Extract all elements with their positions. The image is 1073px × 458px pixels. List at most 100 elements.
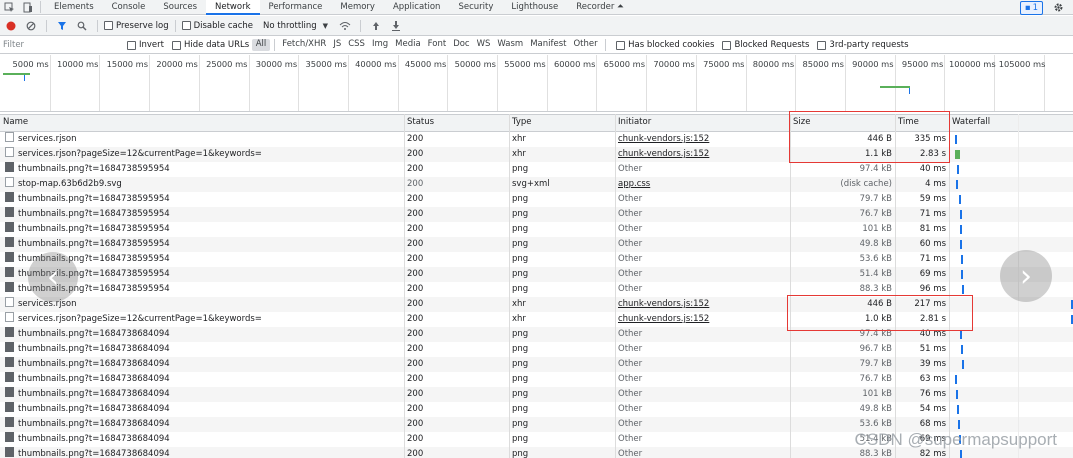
tab-network[interactable]: Network	[206, 0, 260, 15]
table-row[interactable]: services.rjson 200 xhr chunk-vendors.js:152…	[0, 297, 1073, 312]
issues-badge[interactable]: ▪ 1	[1019, 1, 1043, 15]
cell-initiator-text: Other	[618, 254, 643, 264]
network-conditions-icon[interactable]	[336, 18, 354, 33]
import-har-icon[interactable]	[367, 18, 385, 33]
filter-type-js[interactable]: JS	[330, 39, 345, 51]
cell-initiator-text[interactable]: chunk-vendors.js:152	[618, 149, 709, 159]
blocked-cookies-label: Has blocked cookies	[628, 40, 715, 50]
cell-type: png	[509, 282, 615, 297]
tab-performance[interactable]: Performance	[260, 0, 332, 15]
clear-icon[interactable]	[22, 18, 40, 33]
cell-status-text: 200	[407, 419, 424, 429]
tab-recorder[interactable]: Recorder ⏶	[567, 0, 633, 15]
cell-initiator-text[interactable]: app.css	[618, 179, 650, 189]
checkbox-box[interactable]	[817, 40, 827, 50]
search-icon[interactable]	[73, 18, 91, 33]
message-icon: ▪	[1024, 3, 1031, 13]
table-row[interactable]: thumbnails.png?t=1684738595954 200 png Othe…	[0, 252, 1073, 267]
blocked-cookies-checkbox[interactable]: Has blocked cookies	[616, 40, 714, 50]
previous-image-button[interactable]: ‹	[28, 252, 78, 302]
table-row[interactable]: thumbnails.png?t=1684738684094 200 png Othe…	[0, 372, 1073, 387]
filter-type-media[interactable]: Media	[392, 39, 425, 51]
table-row[interactable]: thumbnails.png?t=1684738684094 200 png Othe…	[0, 357, 1073, 372]
column-header-type[interactable]: Type	[509, 115, 615, 130]
invert-checkbox[interactable]: Invert	[127, 40, 164, 50]
table-row[interactable]: thumbnails.png?t=1684738684094 200 png Othe…	[0, 402, 1073, 417]
column-header-initiator[interactable]: Initiator	[615, 115, 790, 130]
cell-initiator-text[interactable]: chunk-vendors.js:152	[618, 134, 709, 144]
image-file-icon	[5, 432, 14, 442]
tab-application[interactable]: Application	[384, 0, 450, 15]
cell-status-text: 200	[407, 299, 424, 309]
filter-type-wasm[interactable]: Wasm	[494, 39, 527, 51]
table-row[interactable]: thumbnails.png?t=1684738595954 200 png Othe…	[0, 237, 1073, 252]
cell-size: 79.7 kB	[790, 357, 895, 372]
tab-console[interactable]: Console	[103, 0, 155, 15]
table-row[interactable]: thumbnails.png?t=1684738595954 200 png Othe…	[0, 222, 1073, 237]
checkbox-box[interactable]	[104, 21, 113, 30]
filter-type-css[interactable]: CSS	[345, 39, 369, 51]
table-row[interactable]: thumbnails.png?t=1684738684094 200 png Othe…	[0, 387, 1073, 402]
cell-size-text: 49.8 kB	[859, 404, 892, 414]
throttling-select[interactable]: No throttling ▼	[263, 21, 328, 31]
filter-type-fetch-xhr[interactable]: Fetch/XHR	[279, 39, 330, 51]
blocked-requests-checkbox[interactable]: Blocked Requests	[722, 40, 809, 50]
tab-memory[interactable]: Memory	[331, 0, 384, 15]
column-header-name[interactable]: Name	[0, 115, 404, 130]
cell-name-text: services.rjson?pageSize=12&currentPage=1…	[18, 314, 262, 324]
checkbox-box[interactable]	[722, 40, 732, 50]
disable-cache-checkbox[interactable]: Disable cache	[181, 21, 253, 31]
table-row[interactable]: thumbnails.png?t=1684738595954 200 png Othe…	[0, 192, 1073, 207]
export-har-icon[interactable]	[387, 18, 405, 33]
column-header-status[interactable]: Status	[404, 115, 509, 130]
inspect-element-icon[interactable]	[0, 0, 18, 15]
tab-elements[interactable]: Elements	[45, 0, 103, 15]
cell-initiator-text[interactable]: chunk-vendors.js:152	[618, 314, 709, 324]
filter-type-all[interactable]: All	[252, 39, 270, 51]
column-header-size[interactable]: Size	[790, 115, 895, 130]
preserve-log-checkbox[interactable]: Preserve log	[104, 21, 169, 31]
table-row[interactable]: thumbnails.png?t=1684738595954 200 png Othe…	[0, 282, 1073, 297]
table-row[interactable]: thumbnails.png?t=1684738684094 200 png Othe…	[0, 342, 1073, 357]
cell-name: thumbnails.png?t=1684738684094	[2, 327, 404, 342]
filter-input[interactable]: Filter	[3, 40, 115, 50]
table-row[interactable]: services.rjson?pageSize=12&currentPage=1…	[0, 147, 1073, 162]
filter-type-doc[interactable]: Doc	[450, 39, 473, 51]
filter-type-manifest[interactable]: Manifest	[527, 39, 570, 51]
tab-sources[interactable]: Sources	[154, 0, 206, 15]
tab-lighthouse[interactable]: Lighthouse	[502, 0, 567, 15]
cell-type: png	[509, 357, 615, 372]
hide-data-urls-checkbox[interactable]: Hide data URLs	[171, 40, 249, 50]
checkbox-box[interactable]	[127, 40, 136, 50]
next-image-button[interactable]: ›	[1000, 250, 1052, 302]
third-party-checkbox[interactable]: 3rd-party requests	[817, 40, 909, 50]
waterfall-bar	[960, 240, 962, 249]
cell-initiator: Other	[615, 267, 790, 282]
settings-gear-icon[interactable]	[1049, 0, 1067, 15]
filter-type-ws[interactable]: WS	[473, 39, 494, 51]
checkbox-box[interactable]	[181, 21, 191, 30]
checkbox-box[interactable]	[171, 40, 181, 50]
filter-icon[interactable]	[53, 18, 71, 33]
table-row[interactable]: thumbnails.png?t=1684738684094 200 png Othe…	[0, 327, 1073, 342]
filter-type-img[interactable]: Img	[368, 39, 391, 51]
table-row[interactable]: services.rjson?pageSize=12&currentPage=1…	[0, 312, 1073, 327]
image-file-icon	[5, 342, 14, 352]
checkbox-box[interactable]	[616, 40, 626, 50]
tab-security[interactable]: Security	[449, 0, 502, 15]
column-header-waterfall[interactable]: Waterfall	[949, 115, 1073, 130]
table-row[interactable]: thumbnails.png?t=1684738595954 200 png Othe…	[0, 162, 1073, 177]
overview-timeline[interactable]: 5000 ms 10000 ms 15000 ms 20000 ms 25000 ms 3…	[0, 55, 1073, 112]
table-row[interactable]: thumbnails.png?t=1684738595954 200 png Othe…	[0, 207, 1073, 222]
table-row[interactable]: stop-map.63b6d2b9.svg 200 svg+xml app.css (d…	[0, 177, 1073, 192]
table-row[interactable]: thumbnails.png?t=1684738595954 200 png Othe…	[0, 267, 1073, 282]
column-header-time[interactable]: Time	[895, 115, 949, 130]
cell-status-text: 200	[407, 239, 424, 249]
filter-type-other[interactable]: Other	[570, 39, 601, 51]
table-row[interactable]: services.rjson 200 xhr chunk-vendors.js:152…	[0, 132, 1073, 147]
timeline-tick: 30000 ms	[256, 55, 300, 111]
cell-initiator-text[interactable]: chunk-vendors.js:152	[618, 299, 709, 309]
filter-type-font[interactable]: Font	[424, 39, 450, 51]
record-icon[interactable]	[2, 18, 20, 33]
device-toolbar-icon[interactable]	[18, 0, 36, 15]
